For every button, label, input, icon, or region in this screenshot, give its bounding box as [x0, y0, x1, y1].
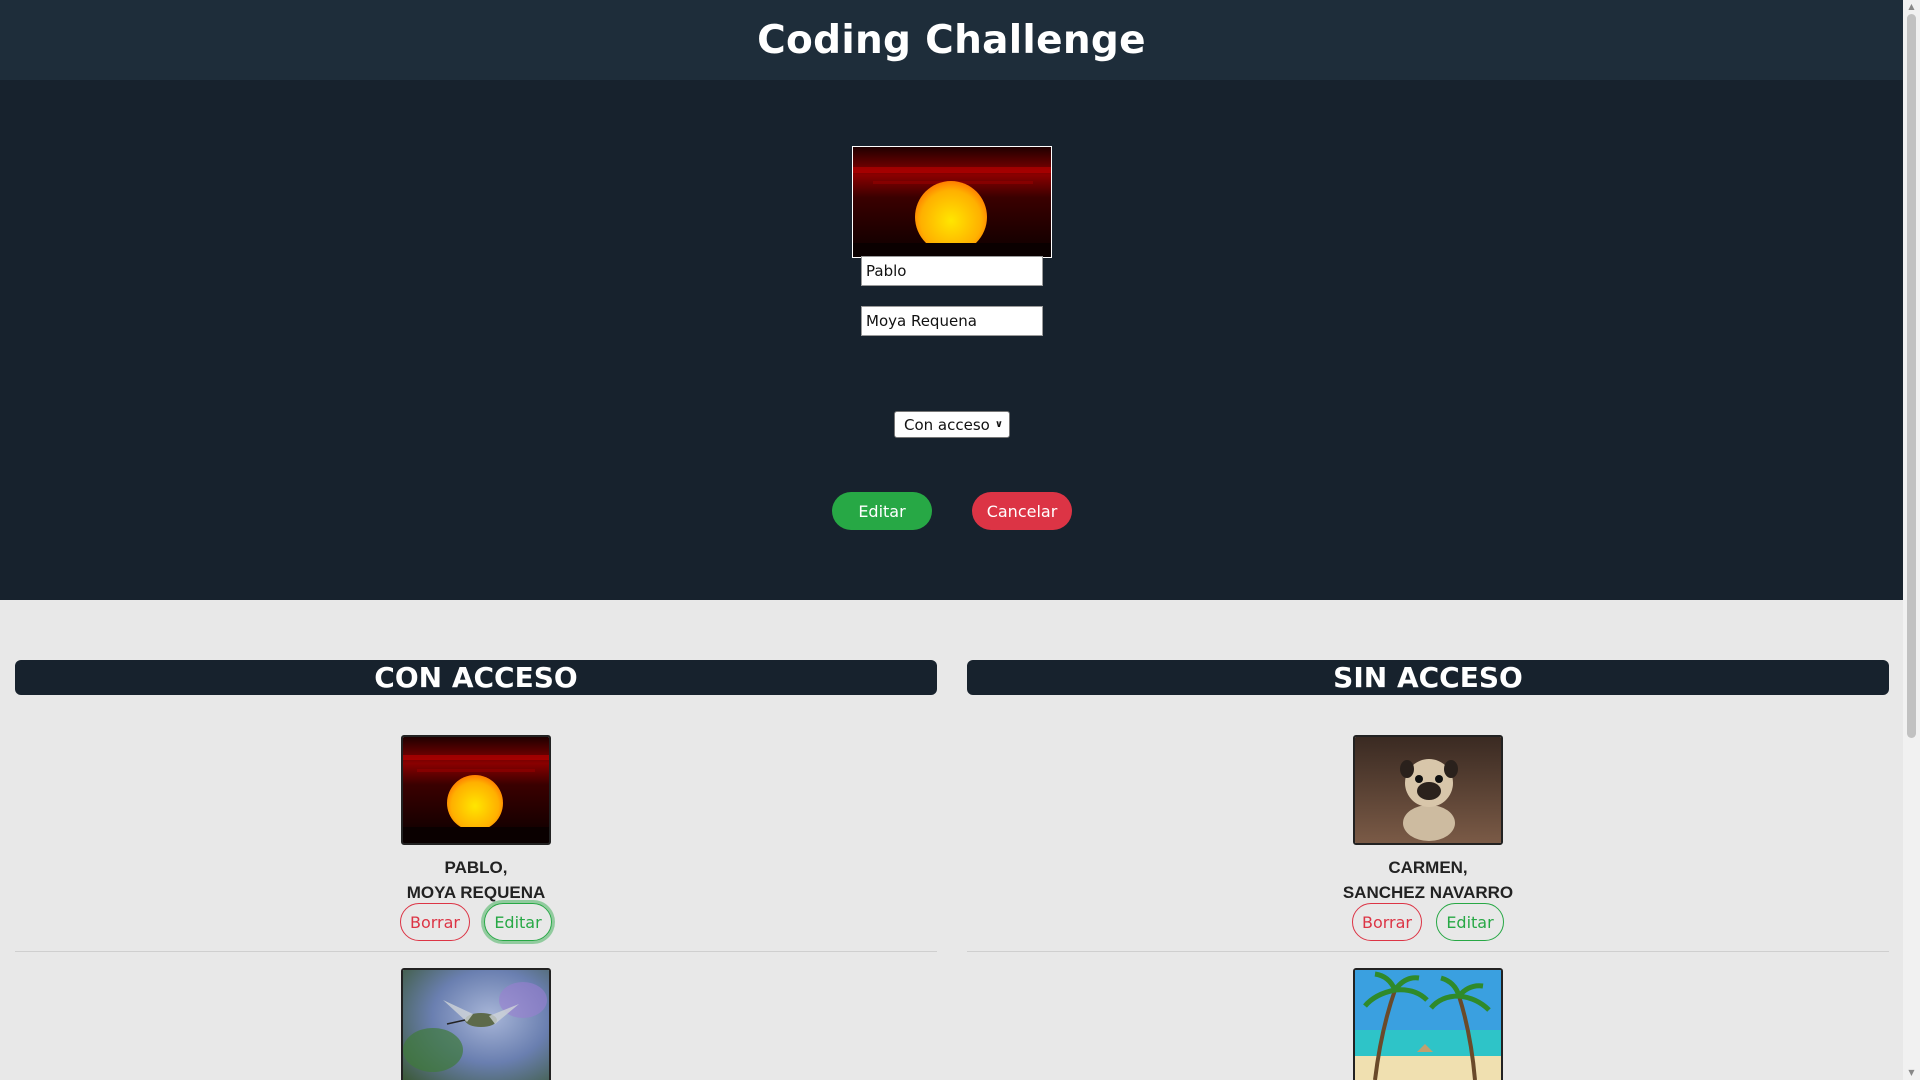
first-name-input[interactable]	[861, 256, 1043, 286]
form-cancel-button[interactable]: Cancelar	[972, 492, 1072, 530]
sunset-photo-icon	[403, 737, 549, 843]
with-access-column: CON ACCESO PABLO, MOYA REQUENA Borrar Ed…	[15, 660, 937, 1080]
user-first-name: CARMEN,	[1388, 858, 1468, 877]
user-name: PABLO, MOYA REQUENA	[15, 855, 937, 905]
user-card: CARMEN, SANCHEZ NAVARRO Borrar Editar	[967, 695, 1889, 952]
user-last-name: SANCHEZ NAVARRO	[1342, 883, 1514, 902]
edit-button[interactable]: Editar	[1436, 903, 1504, 941]
scroll-thumb[interactable]	[1907, 14, 1916, 738]
user-photo	[401, 735, 551, 845]
beach-photo-icon	[1355, 970, 1501, 1080]
user-name: CARMEN, SANCHEZ NAVARRO	[967, 855, 1889, 905]
delete-button[interactable]: Borrar	[400, 903, 470, 941]
last-name-input[interactable]	[861, 306, 1043, 336]
form-edit-button[interactable]: Editar	[832, 492, 932, 530]
delete-button[interactable]: Borrar	[1352, 903, 1422, 941]
page-scrollbar[interactable]: ▲ ▼	[1903, 0, 1920, 1080]
access-select[interactable]: Con acceso ∨	[894, 411, 1010, 438]
access-select-value: Con acceso	[904, 415, 990, 434]
user-photo	[1353, 968, 1503, 1080]
scroll-down-icon[interactable]: ▼	[1907, 1068, 1916, 1077]
page-title: Coding Challenge	[757, 17, 1146, 63]
user-card	[967, 952, 1889, 1080]
form-preview-photo	[852, 146, 1052, 258]
without-access-title: SIN ACCESO	[967, 660, 1889, 695]
edit-button[interactable]: Editar	[484, 903, 552, 941]
scroll-up-icon[interactable]: ▲	[1907, 2, 1916, 11]
user-first-name: PABLO,	[444, 858, 508, 877]
hummingbird-photo-icon	[403, 970, 549, 1080]
without-access-column: SIN ACCESO CARMEN, SANCHEZ NAVARRO Borra…	[967, 660, 1889, 1080]
user-photo	[401, 968, 551, 1080]
user-last-name: MOYA REQUENA	[406, 883, 546, 902]
chevron-down-icon: ∨	[994, 419, 1003, 430]
page: Coding Challenge Pablo Moya Requena Con …	[0, 0, 1903, 1080]
app-header: Coding Challenge	[0, 0, 1903, 80]
sunset-photo-icon	[853, 147, 1051, 257]
with-access-title: CON ACCESO	[15, 660, 937, 695]
user-lists: CON ACCESO PABLO, MOYA REQUENA Borrar Ed…	[0, 600, 1903, 1080]
edit-user-form: Con acceso ∨ Editar Cancelar	[0, 80, 1903, 600]
user-card: PABLO, MOYA REQUENA Borrar Editar	[15, 695, 937, 952]
pug-photo-icon	[1355, 737, 1501, 843]
user-photo	[1353, 735, 1503, 845]
user-card	[15, 952, 937, 1080]
